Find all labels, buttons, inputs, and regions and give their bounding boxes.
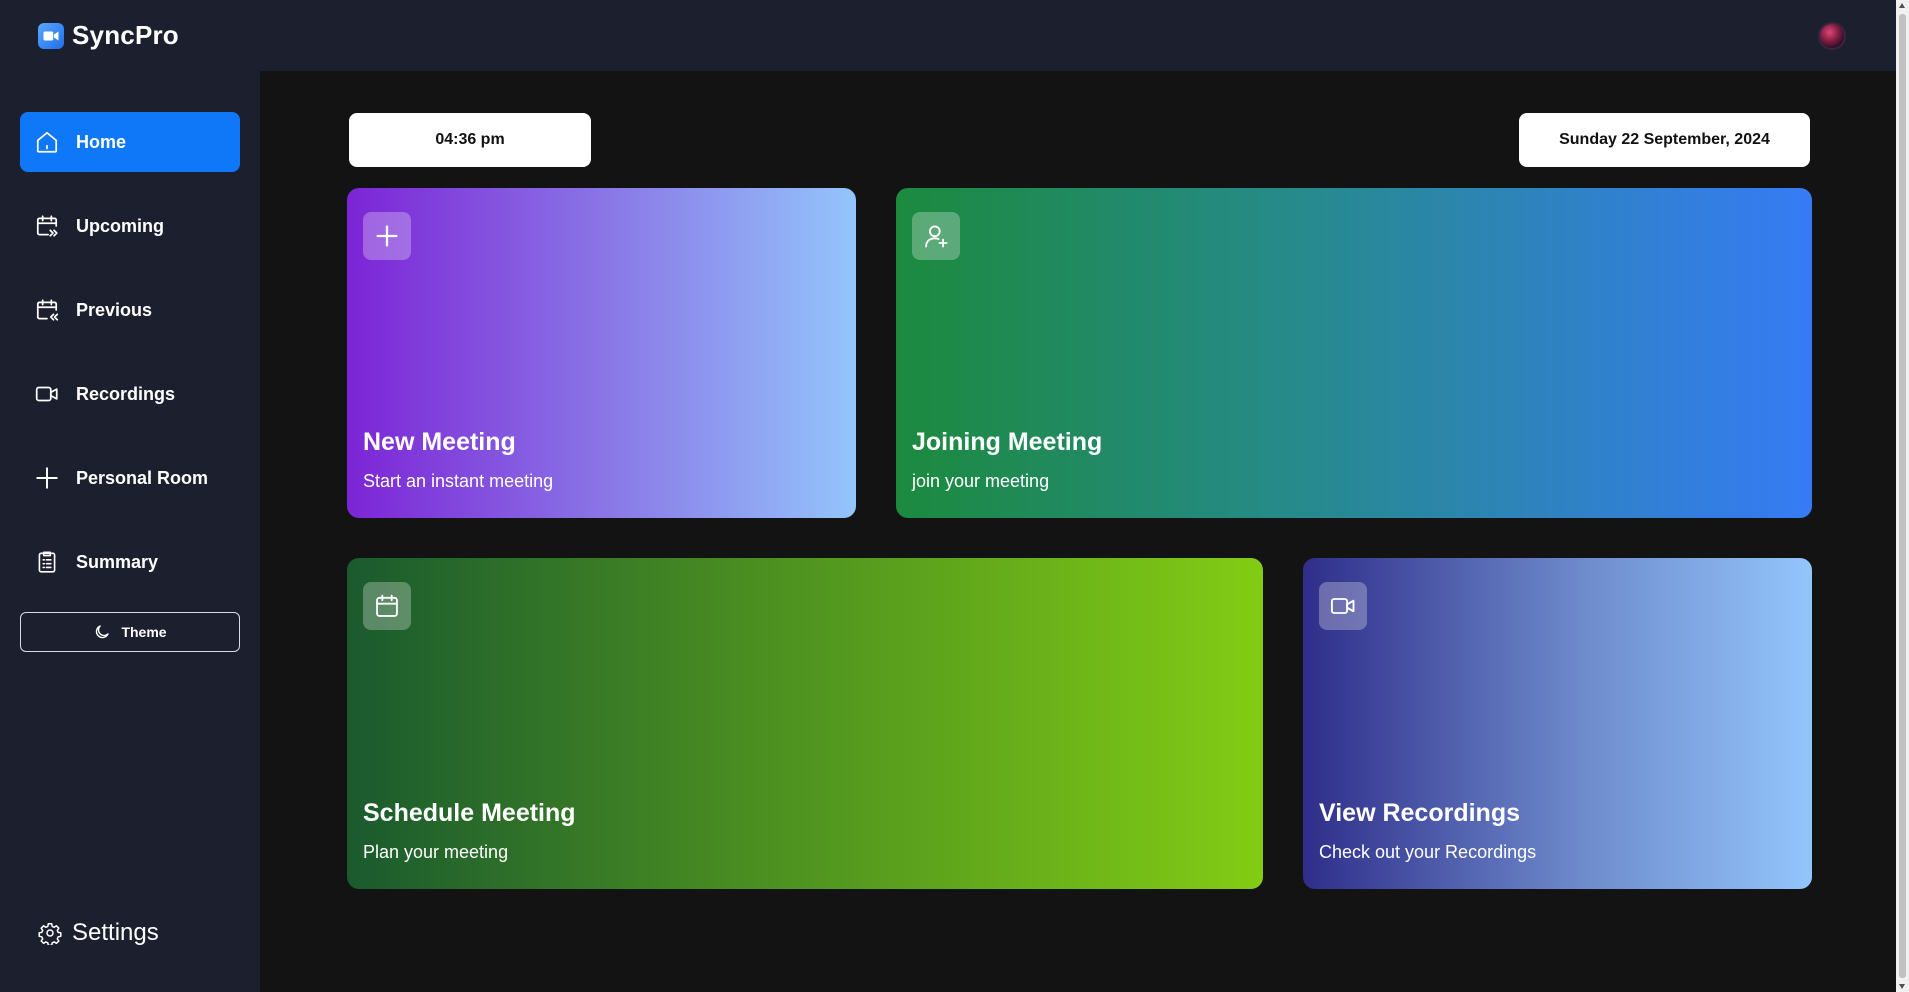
card-subtitle: Start an instant meeting: [363, 471, 554, 491]
user-avatar[interactable]: [1818, 21, 1846, 50]
settings-link[interactable]: Settings: [38, 919, 159, 947]
sidebar-item-previous[interactable]: Previous: [20, 280, 240, 340]
join-meeting-card[interactable]: Joining Meeting join your meeting: [896, 188, 1812, 518]
card-title: Schedule Meeting: [363, 799, 576, 827]
sidebar: Home Upcoming Previous Recordings Person…: [0, 71, 260, 992]
scroll-up-arrow-icon[interactable]: [1899, 3, 1905, 8]
card-subtitle: Check out your Recordings: [1319, 842, 1537, 862]
date-display: Sunday 22 September, 2024: [1519, 113, 1810, 167]
card-subtitle: join your meeting: [912, 471, 1050, 491]
top-navbar: SyncPro: [0, 0, 1896, 71]
plus-icon: [363, 212, 411, 260]
sidebar-item-label: Personal Room: [76, 467, 209, 488]
user-plus-icon: [912, 212, 960, 260]
page-scrollbar[interactable]: [1896, 0, 1909, 992]
scroll-down-arrow-icon[interactable]: [1899, 984, 1905, 989]
card-text: Joining Meeting join your meeting: [912, 428, 1796, 492]
theme-toggle-button[interactable]: Theme: [20, 612, 240, 652]
clipboard-list-icon: [38, 551, 56, 573]
plus-icon: [36, 467, 58, 489]
card-text: Schedule Meeting Plan your meeting: [363, 799, 1247, 863]
home-icon: [36, 131, 58, 153]
brand-link[interactable]: SyncPro: [38, 20, 179, 51]
sidebar-item-personal-room[interactable]: Personal Room: [20, 448, 240, 508]
sidebar-item-summary[interactable]: Summary: [20, 532, 240, 592]
video-icon: [1319, 582, 1367, 630]
time-display: 04:36 pm: [349, 113, 591, 167]
sidebar-item-label: Summary: [76, 551, 159, 572]
card-text: View Recordings Check out your Recording…: [1319, 799, 1796, 863]
sidebar-item-recordings[interactable]: Recordings: [20, 364, 240, 424]
sidebar-item-label: Recordings: [76, 383, 176, 404]
gear-icon: [38, 923, 62, 945]
sidebar-item-label: Home: [76, 131, 127, 152]
card-title: Joining Meeting: [912, 428, 1103, 456]
video-icon: [35, 386, 58, 402]
card-subtitle: Plan your meeting: [363, 842, 509, 862]
calendar-back-icon: [36, 299, 59, 321]
card-title: New Meeting: [363, 428, 516, 456]
sidebar-item-label: Previous: [76, 299, 153, 320]
calendar-icon: [363, 582, 411, 630]
brand-name: SyncPro: [72, 20, 179, 50]
theme-button-label: Theme: [121, 624, 167, 640]
video-camera-icon: [38, 22, 64, 49]
new-meeting-card[interactable]: New Meeting Start an instant meeting: [347, 188, 856, 518]
settings-label: Settings: [72, 919, 159, 946]
moon-icon: [96, 625, 110, 639]
sidebar-item-upcoming[interactable]: Upcoming: [20, 196, 240, 256]
sidebar-item-home[interactable]: Home: [20, 112, 240, 172]
card-text: New Meeting Start an instant meeting: [363, 428, 840, 492]
sidebar-item-label: Upcoming: [76, 215, 164, 236]
card-title: View Recordings: [1319, 799, 1520, 827]
scrollbar-thumb[interactable]: [1899, 14, 1906, 978]
view-recordings-card[interactable]: View Recordings Check out your Recording…: [1303, 558, 1812, 889]
calendar-forward-icon: [36, 215, 58, 237]
schedule-meeting-card[interactable]: Schedule Meeting Plan your meeting: [347, 558, 1263, 889]
